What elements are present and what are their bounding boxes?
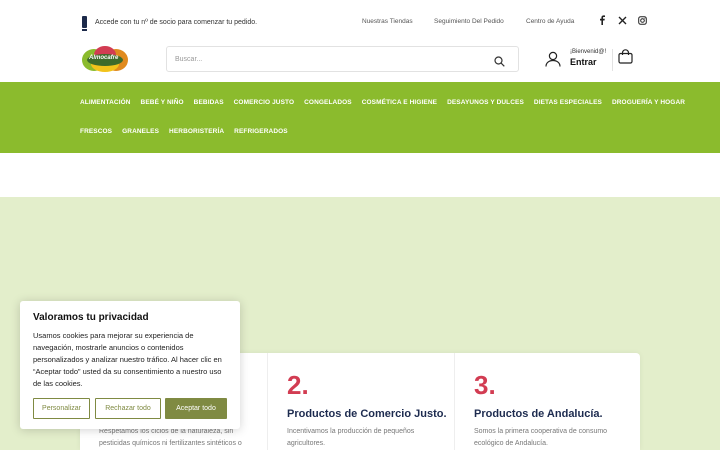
nav-dietas-especiales[interactable]: DIETAS ESPECIALES	[534, 99, 602, 106]
feature-card-3: 3. Productos de Andalucía. Somos la prim…	[454, 353, 640, 450]
social-links	[597, 15, 647, 25]
link-seguimiento-pedido[interactable]: Seguimiento Del Pedido	[434, 18, 504, 25]
nav-frescos[interactable]: FRESCOS	[80, 128, 112, 135]
feature-number: 3.	[474, 370, 496, 400]
x-icon[interactable]	[617, 15, 627, 25]
reject-all-button[interactable]: Rechazar todo	[95, 398, 161, 419]
logo-text: Almocafre	[89, 55, 119, 61]
member-notice: Accede con tu nº de socio para comenzar …	[82, 16, 258, 31]
login-link[interactable]: Entrar	[570, 57, 597, 67]
accept-all-button[interactable]: Aceptar todo	[165, 398, 227, 419]
nav-graneles[interactable]: GRANELES	[122, 128, 159, 135]
feature-title: Productos de Comercio Justo.	[287, 408, 447, 420]
exclamation-icon	[82, 16, 87, 31]
feature-text: Somos la primera cooperativa de consumo …	[474, 428, 608, 447]
nav-alimentacion[interactable]: ALIMENTACIÓN	[80, 99, 131, 106]
search-icon[interactable]	[494, 54, 505, 67]
cookie-title: Valoramos tu privacidad	[33, 312, 149, 323]
welcome-text: ¡Bienvenid@!	[570, 49, 607, 55]
user-icon	[545, 51, 561, 67]
nav-comercio-justo[interactable]: COMERCIO JUSTO	[234, 99, 295, 106]
nav-refrigerados[interactable]: REFRIGERADOS	[234, 128, 288, 135]
member-notice-text: Accede con tu nº de socio para comenzar …	[95, 18, 258, 26]
link-centro-ayuda[interactable]: Centro de Ayuda	[526, 18, 574, 25]
shopping-bag-icon	[618, 49, 633, 68]
facebook-icon[interactable]	[597, 15, 607, 25]
link-nuestras-tiendas[interactable]: Nuestras Tiendas	[362, 18, 413, 25]
feature-title: Productos de Andalucía.	[474, 408, 603, 420]
nav-bebidas[interactable]: BEBIDAS	[194, 99, 224, 106]
cart-button[interactable]	[612, 49, 636, 71]
nav-desayunos-y-dulces[interactable]: DESAYUNOS Y DULCES	[447, 99, 524, 106]
nav-bebe-y-nino[interactable]: BEBÉ Y NIÑO	[141, 99, 184, 106]
feature-card-2: 2. Productos de Comercio Justo. Incentiv…	[267, 353, 454, 450]
top-bar: Accede con tu nº de socio para comenzar …	[0, 0, 720, 44]
cookie-consent-dialog: Valoramos tu privacidad Usamos cookies p…	[20, 301, 240, 429]
feature-text: Incentivamos la producción de pequeños a…	[287, 428, 415, 447]
feature-number: 2.	[287, 370, 309, 400]
search-box	[166, 46, 519, 72]
customize-button[interactable]: Personalizar	[33, 398, 90, 419]
search-input[interactable]	[167, 47, 467, 71]
nav-drogueria-y-hogar[interactable]: DROGUERÍA Y HOGAR	[612, 99, 685, 106]
nav-congelados[interactable]: CONGELADOS	[304, 99, 352, 106]
cookie-text: Usamos cookies para mejorar su experienc…	[33, 331, 222, 388]
instagram-icon[interactable]	[637, 15, 647, 25]
category-nav: ALIMENTACIÓN BEBÉ Y NIÑO BEBIDAS COMERCI…	[0, 82, 720, 153]
nav-herboristeria[interactable]: HERBORISTERÍA	[169, 128, 224, 135]
feature-text: Respetamos los ciclos de la naturaleza, …	[99, 428, 242, 447]
logo[interactable]: Almocafre	[80, 44, 130, 74]
nav-cosmetica-e-higiene[interactable]: COSMÉTICA E HIGIENE	[362, 99, 437, 106]
